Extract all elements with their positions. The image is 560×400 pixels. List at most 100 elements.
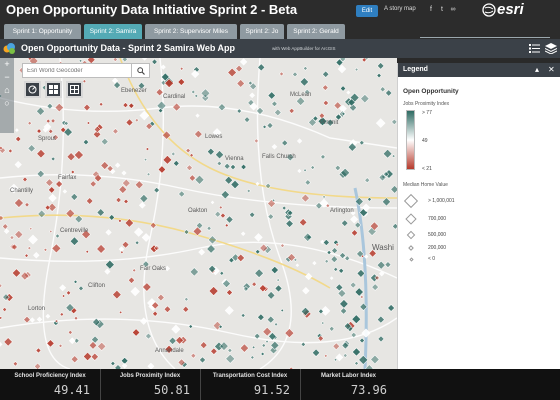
diamond-marker[interactable] bbox=[82, 79, 87, 84]
diamond-marker[interactable] bbox=[273, 322, 279, 327]
diamond-marker[interactable] bbox=[239, 343, 249, 353]
diamond-marker[interactable] bbox=[0, 215, 4, 222]
diamond-marker[interactable] bbox=[350, 215, 359, 224]
diamond-marker[interactable] bbox=[323, 353, 328, 358]
diamond-marker[interactable] bbox=[28, 234, 38, 245]
diamond-marker[interactable] bbox=[251, 345, 256, 350]
diamond-marker[interactable] bbox=[207, 235, 217, 245]
diamond-marker[interactable] bbox=[112, 58, 118, 63]
diamond-marker[interactable] bbox=[274, 284, 283, 293]
diamond-marker[interactable] bbox=[66, 152, 76, 162]
diamond-marker[interactable] bbox=[364, 177, 371, 184]
diamond-marker[interactable] bbox=[212, 128, 222, 137]
diamond-marker[interactable] bbox=[251, 281, 257, 287]
diamond-marker[interactable] bbox=[183, 229, 190, 235]
diamond-marker[interactable] bbox=[236, 253, 245, 263]
diamond-marker[interactable] bbox=[267, 91, 276, 100]
diamond-marker[interactable] bbox=[78, 285, 84, 292]
diamond-marker[interactable] bbox=[337, 64, 347, 74]
diamond-marker[interactable] bbox=[36, 106, 45, 116]
diamond-marker[interactable] bbox=[338, 267, 345, 274]
diamond-marker[interactable] bbox=[382, 148, 393, 159]
diamond-marker[interactable] bbox=[218, 205, 223, 210]
diamond-marker[interactable] bbox=[224, 223, 229, 228]
diamond-marker[interactable] bbox=[324, 259, 329, 264]
diamond-marker[interactable] bbox=[73, 150, 84, 160]
diamond-marker[interactable] bbox=[163, 305, 172, 314]
diamond-marker[interactable] bbox=[276, 278, 281, 282]
diamond-marker[interactable] bbox=[128, 276, 136, 284]
diamond-marker[interactable] bbox=[14, 161, 22, 169]
diamond-marker[interactable] bbox=[236, 79, 245, 88]
diamond-marker[interactable] bbox=[266, 291, 276, 300]
diamond-marker[interactable] bbox=[219, 270, 225, 276]
tab-sprint-2-supervisor-miles[interactable]: Sprint 2: Supervisor Miles bbox=[145, 24, 237, 39]
diamond-marker[interactable] bbox=[105, 229, 112, 236]
diamond-marker[interactable] bbox=[271, 100, 278, 108]
link-icon[interactable]: ∞ bbox=[449, 5, 457, 14]
diamond-marker[interactable] bbox=[351, 314, 362, 325]
diamond-marker[interactable] bbox=[185, 147, 191, 154]
diamond-marker[interactable] bbox=[194, 93, 199, 98]
diamond-marker[interactable] bbox=[350, 210, 356, 216]
diamond-marker[interactable] bbox=[142, 58, 148, 61]
diamond-marker[interactable] bbox=[328, 325, 335, 332]
tab-sprint-2-samira[interactable]: Sprint 2: Samira bbox=[84, 24, 142, 39]
diamond-marker[interactable] bbox=[286, 153, 295, 162]
diamond-marker[interactable] bbox=[240, 313, 246, 318]
diamond-marker[interactable] bbox=[208, 286, 219, 296]
diamond-marker[interactable] bbox=[385, 89, 393, 97]
diamond-marker[interactable] bbox=[48, 229, 53, 234]
diamond-marker[interactable] bbox=[352, 347, 361, 357]
diamond-marker[interactable] bbox=[62, 189, 68, 194]
diamond-marker[interactable] bbox=[310, 165, 316, 170]
diamond-marker[interactable] bbox=[151, 58, 158, 65]
diamond-marker[interactable] bbox=[260, 351, 265, 357]
diamond-marker[interactable] bbox=[115, 196, 122, 204]
diamond-marker[interactable] bbox=[0, 283, 3, 289]
diamond-marker[interactable] bbox=[295, 263, 300, 268]
diamond-marker[interactable] bbox=[70, 355, 79, 364]
diamond-marker[interactable] bbox=[254, 268, 264, 278]
diamond-marker[interactable] bbox=[354, 287, 364, 297]
diamond-marker[interactable] bbox=[312, 348, 321, 357]
diamond-marker[interactable] bbox=[96, 208, 105, 217]
diamond-marker[interactable] bbox=[12, 361, 19, 367]
diamond-marker[interactable] bbox=[122, 102, 129, 109]
tab-sprint-1-opportunity[interactable]: Sprint 1: Opportunity bbox=[4, 24, 81, 39]
diamond-marker[interactable] bbox=[249, 92, 255, 99]
diamond-marker[interactable] bbox=[37, 209, 46, 219]
diamond-marker[interactable] bbox=[376, 72, 382, 79]
diamond-marker[interactable] bbox=[45, 118, 51, 124]
diamond-marker[interactable] bbox=[229, 164, 236, 171]
basemap-gallery-button[interactable] bbox=[45, 81, 62, 98]
diamond-marker[interactable] bbox=[55, 233, 60, 239]
diamond-marker[interactable] bbox=[346, 90, 351, 95]
legend-list-icon[interactable] bbox=[527, 41, 542, 56]
map-view[interactable]: Ebenezer Cardinal Fairfax Lowes Sprout L… bbox=[0, 58, 397, 369]
tab-sprint-2-gerald[interactable]: Sprint 2: Gerald bbox=[287, 24, 345, 39]
diamond-marker[interactable] bbox=[227, 67, 237, 78]
diamond-marker[interactable] bbox=[341, 219, 349, 227]
diamond-marker[interactable] bbox=[9, 235, 15, 240]
diamond-marker[interactable] bbox=[322, 99, 329, 107]
diamond-marker[interactable] bbox=[3, 228, 10, 235]
diamond-marker[interactable] bbox=[164, 344, 174, 354]
diamond-marker[interactable] bbox=[112, 128, 119, 135]
diamond-marker[interactable] bbox=[82, 351, 93, 362]
diamond-marker[interactable] bbox=[230, 179, 240, 190]
diamond-marker[interactable] bbox=[240, 163, 247, 171]
diamond-marker[interactable] bbox=[297, 168, 302, 174]
diamond-marker[interactable] bbox=[70, 193, 79, 201]
layers-icon[interactable] bbox=[543, 41, 558, 56]
diamond-marker[interactable] bbox=[299, 77, 309, 87]
diamond-marker[interactable] bbox=[376, 260, 386, 270]
diamond-marker[interactable] bbox=[15, 135, 22, 143]
diamond-marker[interactable] bbox=[220, 212, 226, 219]
diamond-marker[interactable] bbox=[86, 197, 94, 205]
diamond-marker[interactable] bbox=[243, 116, 251, 123]
diamond-marker[interactable] bbox=[235, 64, 243, 73]
diamond-marker[interactable] bbox=[36, 316, 43, 323]
diamond-marker[interactable] bbox=[27, 120, 32, 126]
diamond-marker[interactable] bbox=[249, 211, 256, 218]
